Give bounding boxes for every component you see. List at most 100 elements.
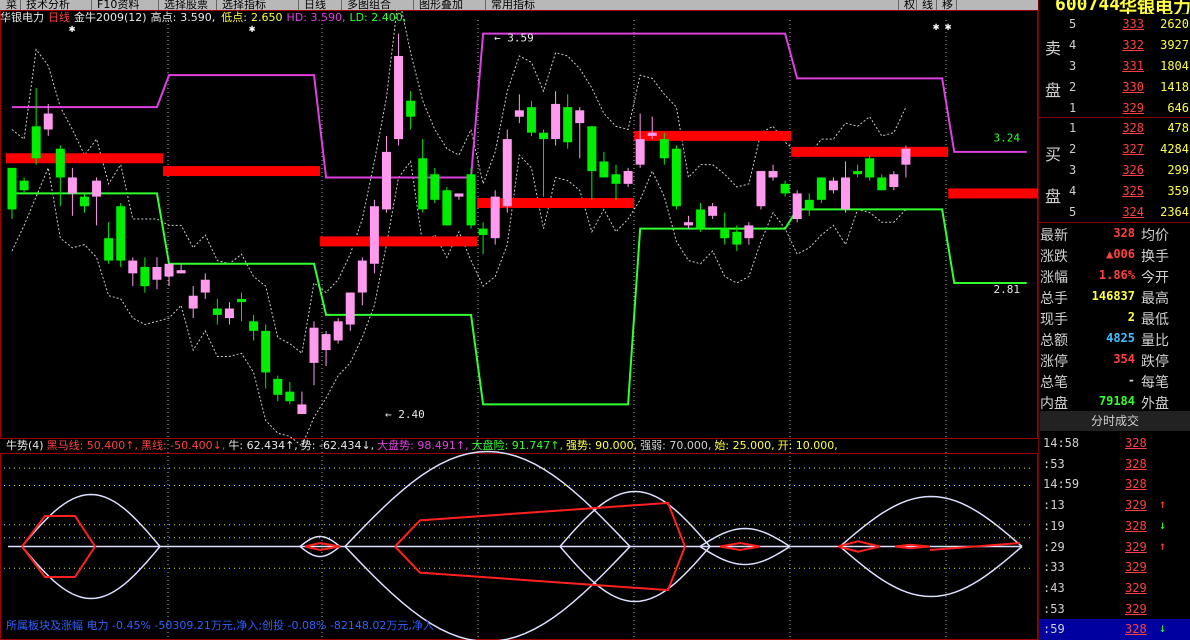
- candle-down: [7, 167, 17, 210]
- stock-title: 华银电力: [1119, 0, 1190, 14]
- trade-row[interactable]: :19 328 ↓: [1039, 516, 1190, 537]
- trade-row[interactable]: :33 329: [1039, 557, 1190, 578]
- trade-row[interactable]: 14:58 328: [1039, 433, 1190, 454]
- hd-value: HD: 3.590,: [286, 11, 346, 24]
- sell-level-row[interactable]: 4 332 3927: [1039, 35, 1190, 56]
- menu-item[interactable]: 线: [922, 0, 933, 10]
- candle-down: [140, 266, 150, 287]
- level-number: 1: [1069, 101, 1077, 115]
- buy-level-row[interactable]: 5 324 2364: [1039, 202, 1190, 223]
- sell-level-row[interactable]: 2 330 1418: [1039, 77, 1190, 98]
- stat-value: ▲006: [1106, 247, 1135, 261]
- candle-up: [188, 295, 198, 309]
- stat-label-secondary: 最低: [1141, 312, 1169, 328]
- menu-item[interactable]: 选择指标: [222, 0, 266, 10]
- right-upper-label: 3.24: [994, 131, 1021, 144]
- menu-separator: [956, 0, 957, 10]
- ind-blackline: 黑线: -50.400↓,: [141, 439, 226, 452]
- menu-item[interactable]: 常用指标: [491, 0, 535, 10]
- level-volume: 1804: [1160, 59, 1189, 73]
- sell-level-row[interactable]: 1 329 646: [1039, 98, 1190, 119]
- trade-time: 14:59: [1043, 477, 1080, 492]
- menu-separator: [898, 0, 899, 10]
- period-label[interactable]: 日线: [48, 11, 70, 24]
- stat-value: 4825: [1106, 331, 1135, 345]
- sell-level-row[interactable]: 5 333 2620: [1039, 14, 1190, 35]
- signal-star-icon: ✱: [945, 20, 952, 33]
- stat-label-secondary: 最高: [1141, 291, 1169, 307]
- candle-up: [768, 171, 778, 178]
- stat-label-secondary: 量比: [1141, 333, 1169, 349]
- trade-row[interactable]: 14:59 328: [1039, 474, 1190, 495]
- trade-time: :53: [1043, 456, 1065, 471]
- menu-item[interactable]: F10资料: [97, 0, 139, 10]
- menu-item[interactable]: 技术分析: [26, 0, 70, 10]
- level-price[interactable]: 327: [1097, 142, 1144, 156]
- menu-item[interactable]: 权: [904, 0, 915, 10]
- resistance-bar: [6, 153, 163, 164]
- candle-down: [104, 238, 114, 261]
- stat-value: -: [1127, 373, 1135, 387]
- menu-item[interactable]: 日线: [304, 0, 326, 10]
- menu-item[interactable]: 移: [942, 0, 953, 10]
- stat-row: 总手 146837 最高: [1039, 286, 1190, 307]
- candle-up: [369, 206, 379, 264]
- trend-wave-6-upper: [839, 495, 1023, 548]
- level-volume: 478: [1167, 121, 1189, 135]
- stat-label: 总手: [1040, 291, 1068, 307]
- trade-price: 329: [1125, 539, 1147, 554]
- level-price[interactable]: 328: [1097, 121, 1144, 135]
- candle-down: [611, 174, 621, 184]
- level-volume: 3927: [1160, 38, 1189, 52]
- trade-row[interactable]: :53 328: [1039, 454, 1190, 475]
- menu-separator: [485, 0, 486, 10]
- trade-row[interactable]: :13 329 ↑: [1039, 495, 1190, 516]
- menu-item[interactable]: 菜: [6, 0, 17, 10]
- candle-up: [128, 260, 138, 274]
- candle-down: [116, 206, 126, 261]
- menu-separator: [91, 0, 92, 10]
- ind-market-trend: 大盘势: 98.491↑,: [377, 439, 469, 452]
- buy-level-row[interactable]: 3 326 299: [1039, 160, 1190, 181]
- level-price[interactable]: 333: [1097, 17, 1144, 31]
- candle-up: [92, 180, 102, 197]
- stat-label-secondary: 换手: [1141, 249, 1169, 265]
- candle-up: [200, 279, 210, 293]
- high-marker-label: ← 3.59: [494, 32, 534, 45]
- level-price[interactable]: 332: [1097, 38, 1144, 52]
- stat-value: 328: [1113, 226, 1135, 240]
- buy-level-row[interactable]: 1 328 478: [1039, 118, 1190, 139]
- trade-arrow-icon: ↓: [1159, 621, 1167, 636]
- candle-down: [418, 158, 428, 210]
- menu-item[interactable]: 选择股票: [164, 0, 208, 10]
- level-price[interactable]: 326: [1097, 163, 1144, 177]
- level-price[interactable]: 331: [1097, 59, 1144, 73]
- level-price[interactable]: 330: [1097, 80, 1144, 94]
- trade-time: 14:58: [1043, 436, 1080, 450]
- candle-down: [249, 321, 259, 331]
- menu-item[interactable]: 多图组合: [347, 0, 391, 10]
- buy-level-row[interactable]: 4 325 359: [1039, 181, 1190, 202]
- level-price[interactable]: 325: [1097, 184, 1144, 198]
- stat-row: 最新 328 均价: [1039, 223, 1190, 244]
- candle-down: [599, 161, 609, 178]
- candle-down: [587, 126, 597, 172]
- candle-down: [853, 171, 863, 175]
- trade-row[interactable]: :59 328 ↓: [1039, 619, 1190, 640]
- level-price[interactable]: 329: [1097, 101, 1144, 115]
- level-volume: 1418: [1160, 80, 1189, 94]
- trade-row[interactable]: :29 329 ↑: [1039, 537, 1190, 558]
- buy-level-row[interactable]: 2 327 4284: [1039, 139, 1190, 160]
- trade-arrow-icon: ↑: [1159, 497, 1167, 512]
- menu-item[interactable]: 图形叠加: [419, 0, 463, 10]
- trade-row[interactable]: :53 329: [1039, 599, 1190, 620]
- trades-title[interactable]: 分时成交: [1040, 411, 1190, 431]
- ind-open: 开: 10.000,: [777, 439, 838, 452]
- stock-chart[interactable]: ← 3.59← 2.403.242.81✱ ✱ ✱ ✱: [0, 10, 1038, 640]
- level-price[interactable]: 324: [1097, 205, 1144, 219]
- sell-level-row[interactable]: 3 331 1804: [1039, 56, 1190, 77]
- level-number: 4: [1069, 184, 1077, 198]
- trade-price: 328: [1125, 477, 1147, 492]
- stat-row: 涨停 354 跌停: [1039, 349, 1190, 370]
- trade-row[interactable]: :43 329: [1039, 578, 1190, 599]
